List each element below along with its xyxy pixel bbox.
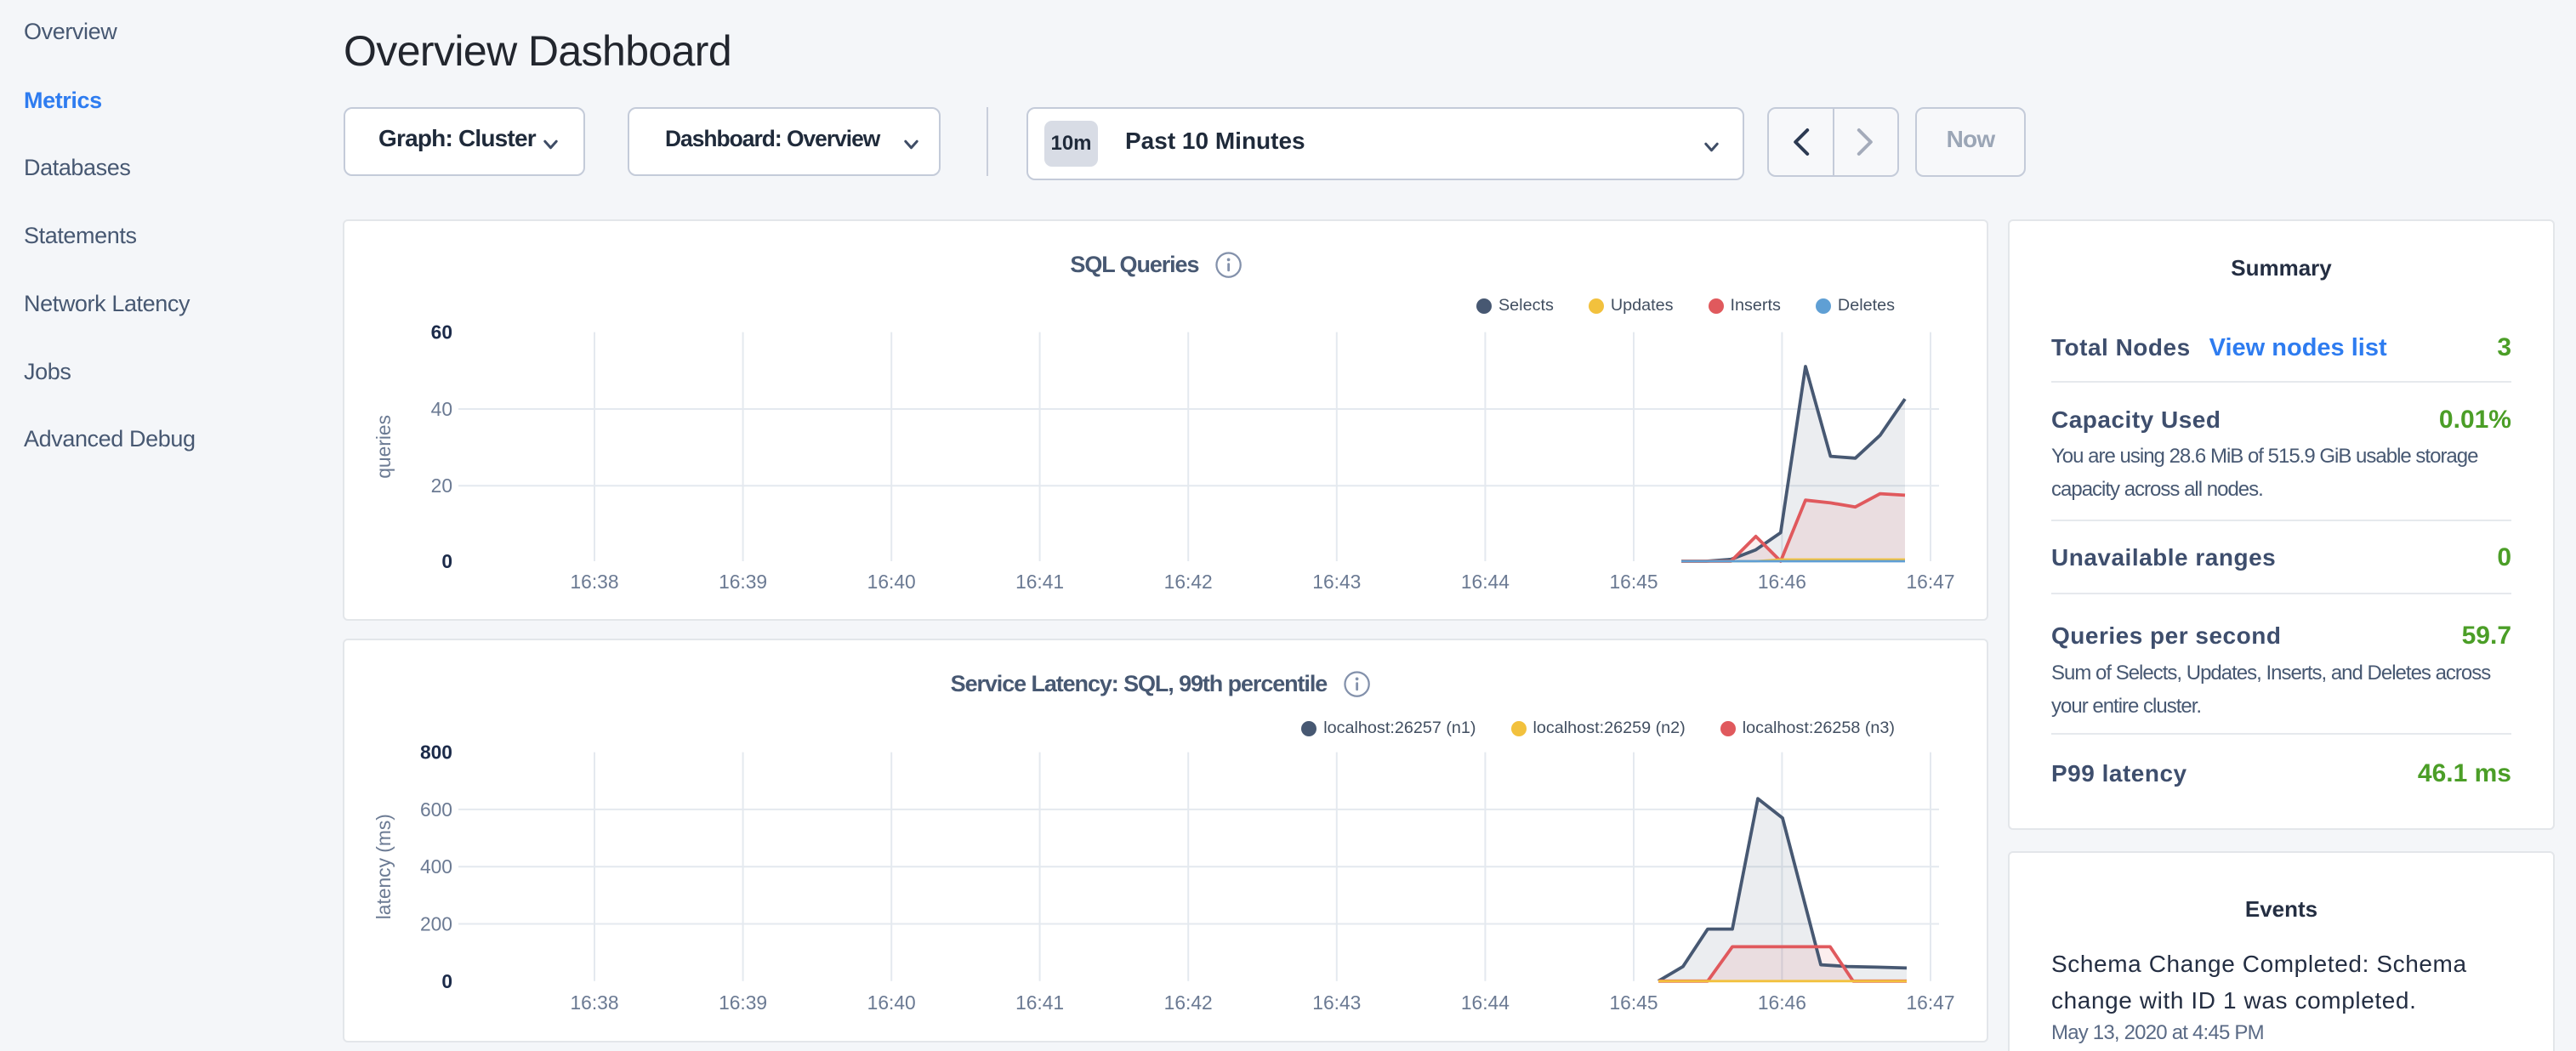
svg-text:16:47: 16:47 <box>1906 571 1954 593</box>
svg-text:16:38: 16:38 <box>570 991 618 1014</box>
svg-text:16:42: 16:42 <box>1164 571 1213 593</box>
svg-text:200: 200 <box>420 913 452 935</box>
svg-text:16:45: 16:45 <box>1609 991 1658 1014</box>
svg-text:16:43: 16:43 <box>1312 991 1361 1014</box>
svg-text:16:40: 16:40 <box>867 571 916 593</box>
svg-text:400: 400 <box>420 855 452 878</box>
svg-text:16:44: 16:44 <box>1461 571 1510 593</box>
svg-text:16:41: 16:41 <box>1015 571 1064 593</box>
svg-text:16:39: 16:39 <box>719 991 767 1014</box>
svg-text:16:46: 16:46 <box>1758 991 1806 1014</box>
svg-text:16:38: 16:38 <box>570 571 618 593</box>
svg-text:16:43: 16:43 <box>1312 571 1361 593</box>
svg-text:16:44: 16:44 <box>1461 991 1510 1014</box>
svg-text:latency (ms): latency (ms) <box>372 814 395 919</box>
svg-text:16:41: 16:41 <box>1015 991 1064 1014</box>
svg-text:16:45: 16:45 <box>1609 571 1658 593</box>
svg-text:0: 0 <box>441 970 452 992</box>
svg-text:16:40: 16:40 <box>867 991 916 1014</box>
svg-text:800: 800 <box>420 741 452 764</box>
svg-text:16:46: 16:46 <box>1758 571 1806 593</box>
svg-text:0: 0 <box>441 550 452 572</box>
svg-text:queries: queries <box>372 415 395 479</box>
svg-text:16:39: 16:39 <box>719 571 767 593</box>
svg-text:40: 40 <box>431 398 452 420</box>
svg-text:16:42: 16:42 <box>1164 991 1213 1014</box>
svg-text:600: 600 <box>420 798 452 821</box>
svg-text:60: 60 <box>431 321 452 344</box>
svg-text:20: 20 <box>431 474 452 497</box>
svg-text:16:47: 16:47 <box>1906 991 1954 1014</box>
